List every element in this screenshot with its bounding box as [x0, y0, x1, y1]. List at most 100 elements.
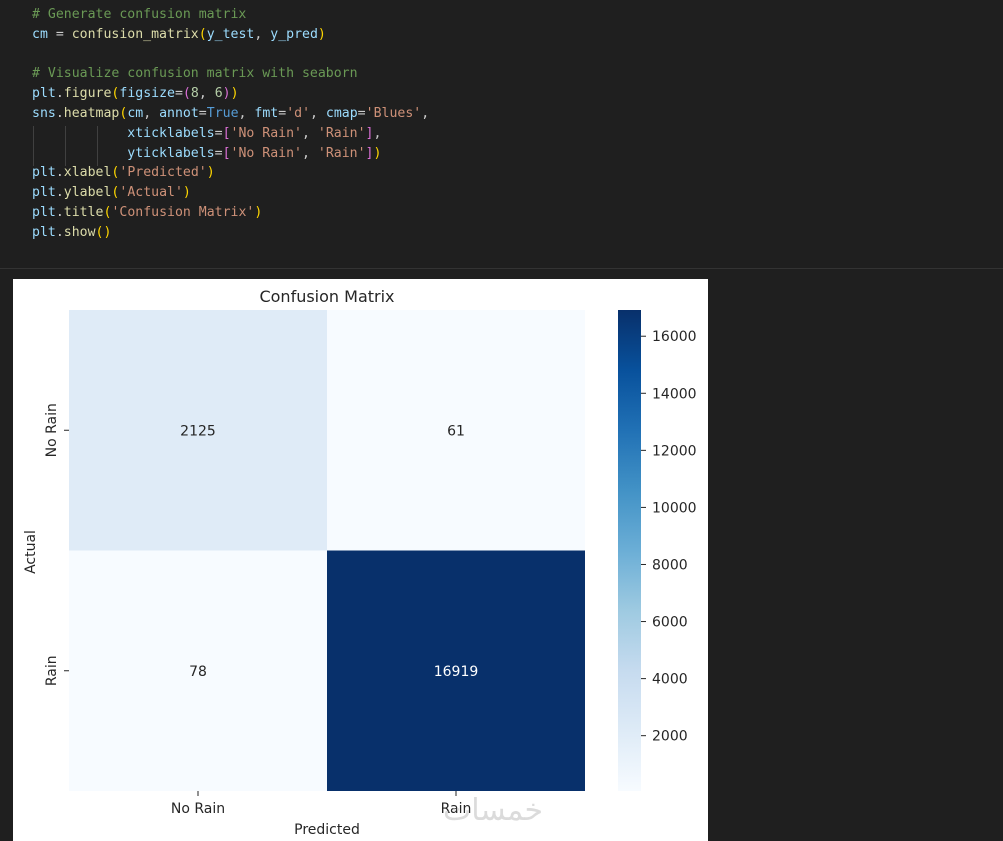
code-token: figsize	[119, 86, 175, 102]
code-token: y_pred	[270, 26, 318, 42]
code-token: # Generate confusion matrix	[32, 7, 247, 22]
colorbar-tick-label: 14000	[652, 386, 697, 402]
code-token: =	[278, 106, 287, 121]
code-token: )	[222, 86, 231, 102]
code-line: # Generate confusion matrix	[32, 5, 246, 25]
code-token: )	[373, 145, 382, 161]
code-token: ,	[198, 86, 215, 102]
code-token: .	[55, 86, 64, 102]
code-token: .	[55, 205, 64, 220]
y-axis-label: Actual	[23, 530, 39, 574]
colorbar-tick-label: 4000	[652, 672, 688, 688]
code-token: 8	[190, 86, 199, 102]
code-token: )	[317, 26, 326, 42]
code-line: plt.ylabel('Actual')	[32, 183, 191, 203]
code-token: ,	[310, 106, 326, 121]
code-token: 'No Rain'	[230, 125, 302, 141]
code-token: .	[55, 224, 64, 240]
code-token: 'Blues'	[365, 106, 422, 121]
cell-annotation: 16919	[434, 664, 479, 680]
colorbar-tick-label: 2000	[652, 729, 688, 745]
code-token: figure	[63, 86, 112, 102]
chart-title: Confusion Matrix	[259, 287, 394, 306]
code-line: plt.xlabel('Predicted')	[32, 163, 215, 183]
code-line: plt.show()	[32, 223, 111, 243]
code-token: )	[254, 205, 263, 220]
code-token: =	[47, 26, 72, 42]
colorbar-tick-label: 12000	[652, 443, 697, 459]
code-token: )	[230, 86, 239, 102]
x-axis: No Rain Rain	[171, 791, 471, 817]
code-token: xlabel	[63, 165, 112, 181]
y-tick-label: No Rain	[44, 403, 60, 457]
y-tick-label: Rain	[44, 655, 60, 686]
code-token: =	[198, 106, 207, 121]
code-token: cm	[32, 26, 48, 42]
code-token: )	[182, 185, 191, 201]
code-token: =	[214, 145, 223, 161]
code-token: confusion_matrix	[71, 26, 199, 42]
code-token: 'No Rain'	[230, 145, 302, 161]
cell-annotation: 78	[189, 664, 207, 680]
code-line: plt.figure(figsize=(8, 6))	[32, 84, 239, 104]
code-token: y_test	[206, 26, 255, 42]
code-token: # Visualize confusion matrix with seabor…	[32, 66, 358, 82]
code-line: xticklabels=['No Rain', 'Rain'],	[32, 124, 381, 144]
code-token: (	[95, 224, 104, 240]
watermark-logo: خمسات	[443, 793, 544, 828]
code-line: sns.heatmap(cm, annot=True, fmt='d', cma…	[32, 104, 429, 124]
x-tick-label: No Rain	[171, 801, 225, 817]
code-token: ,	[254, 26, 271, 42]
code-token: sns	[32, 106, 56, 121]
code-line: cm = confusion_matrix(y_test, y_pred)	[32, 25, 326, 45]
code-token: .	[55, 165, 64, 181]
code-token: 'Confusion Matrix'	[111, 205, 255, 220]
code-token: [	[222, 145, 231, 161]
confusion-matrix-figure: Confusion Matrix 2125 61 78 16919 No Rain Ra…	[13, 279, 708, 841]
colorbar-ticks: 2000 4000 6000 8000 10000 12000 14000 16000	[641, 329, 697, 745]
colorbar-tick-label: 10000	[652, 500, 697, 516]
code-token: plt	[32, 205, 56, 220]
code-token: plt	[32, 165, 56, 181]
colorbar-tick-label: 16000	[652, 329, 697, 345]
code-token: =	[357, 106, 366, 121]
code-token: (	[198, 26, 207, 42]
code-token: cm	[127, 106, 144, 121]
code-token: ,	[238, 106, 255, 121]
colorbar-tick-label: 6000	[652, 615, 688, 631]
code-token: =	[214, 125, 223, 141]
code-token: ,	[421, 106, 430, 121]
code-token: yticklabels	[127, 145, 215, 161]
code-token: ,	[302, 125, 318, 141]
code-token: )	[103, 224, 112, 240]
code-token: 'Rain'	[317, 125, 366, 141]
code-token: 'Predicted'	[119, 165, 207, 181]
code-cell[interactable]: # Generate confusion matrix cm = confusio…	[0, 0, 1003, 268]
code-token: [	[222, 125, 231, 141]
colorbar-tick-label: 8000	[652, 557, 688, 573]
y-axis: No Rain Rain	[44, 403, 69, 686]
cell-annotation: 2125	[180, 423, 216, 439]
x-axis-label: Predicted	[294, 822, 360, 838]
colorbar	[618, 310, 641, 791]
heatmap-chart: Confusion Matrix 2125 61 78 16919 No Rain Ra…	[23, 287, 697, 838]
code-token: show	[63, 224, 96, 240]
code-line: # Visualize confusion matrix with seabor…	[32, 64, 358, 84]
cell-annotation: 61	[447, 423, 465, 439]
code-token: fmt	[254, 106, 279, 121]
code-token: .	[55, 106, 64, 121]
code-token: ,	[143, 106, 160, 121]
code-token: cmap	[325, 106, 358, 121]
code-token: True	[206, 106, 239, 121]
code-token: 'd'	[286, 106, 311, 121]
code-token: heatmap	[63, 106, 120, 121]
code-token: )	[206, 165, 215, 181]
code-token: plt	[32, 86, 56, 102]
code-token: .	[55, 185, 64, 201]
code-token: 'Rain'	[317, 145, 366, 161]
code-token: ,	[302, 145, 318, 161]
code-token: 'Actual'	[119, 185, 183, 201]
code-token: xticklabels	[127, 125, 215, 141]
code-token: plt	[32, 185, 56, 201]
